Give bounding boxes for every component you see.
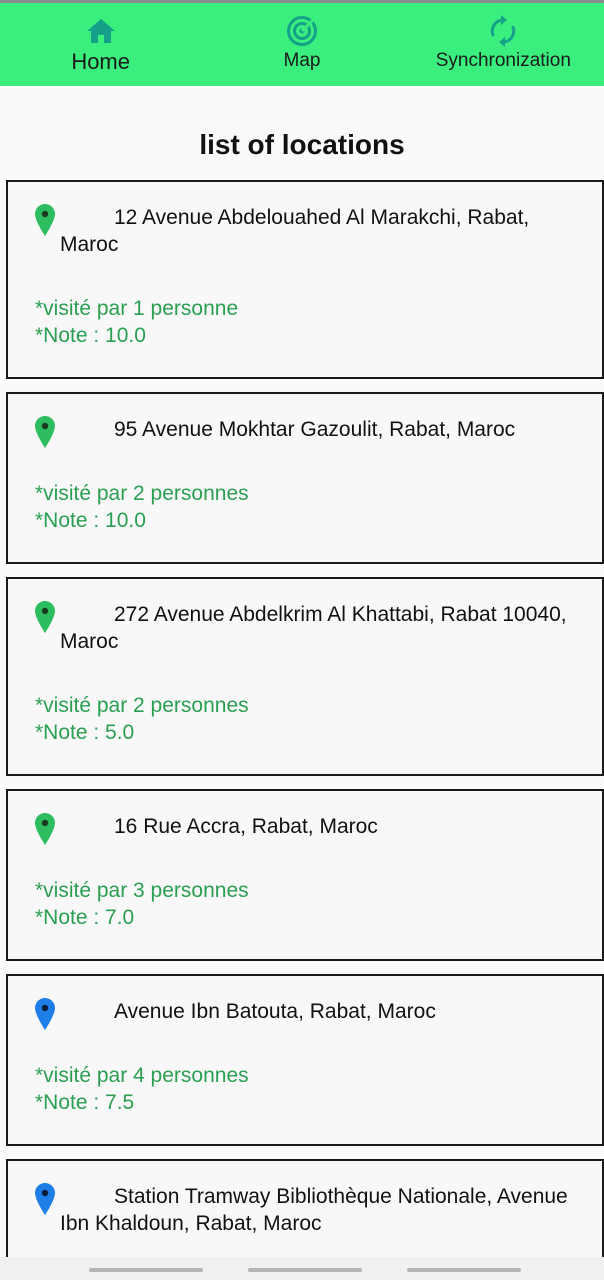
system-gesture-bar xyxy=(0,1257,604,1280)
location-visits: *visité par 4 personnes xyxy=(35,1064,249,1087)
tab-home[interactable]: Home xyxy=(0,3,201,86)
map-pin-icon xyxy=(35,416,55,448)
location-visits: *visité par 3 personnes xyxy=(35,879,249,902)
map-pin-icon xyxy=(35,1183,55,1215)
location-visits: *visité par 2 personnes xyxy=(35,482,249,505)
map-pin-icon xyxy=(35,813,55,845)
radar-icon xyxy=(286,16,317,46)
location-visits: *visité par 2 personnes xyxy=(35,694,249,717)
sync-icon xyxy=(491,15,516,47)
tab-synchronization[interactable]: Synchronization xyxy=(403,3,604,86)
nav-handle[interactable] xyxy=(248,1268,362,1272)
location-card[interactable]: 12 Avenue Abdelouahed Al Marakchi, Rabat… xyxy=(6,180,604,379)
location-card[interactable]: 95 Avenue Mokhtar Gazoulit, Rabat, Maroc… xyxy=(6,392,604,564)
location-address: 12 Avenue Abdelouahed Al Marakchi, Rabat… xyxy=(60,206,530,256)
location-card[interactable]: 16 Rue Accra, Rabat, Maroc *visité par 3… xyxy=(6,789,604,961)
page-title: list of locations xyxy=(199,129,405,160)
nav-handle[interactable] xyxy=(407,1268,521,1272)
location-note: *Note : 7.5 xyxy=(35,1091,135,1114)
location-card[interactable]: Avenue Ibn Batouta, Rabat, Maroc *visité… xyxy=(6,974,604,1146)
nav-handle[interactable] xyxy=(89,1268,203,1272)
tab-home-label: Home xyxy=(71,49,130,74)
tab-map-label: Map xyxy=(283,50,321,71)
location-note: *Note : 10.0 xyxy=(35,324,146,347)
location-visits: *visité par 1 personne xyxy=(35,297,239,320)
location-address: 272 Avenue Abdelkrim Al Khattabi, Rabat … xyxy=(60,603,567,653)
map-pin-icon xyxy=(35,998,55,1030)
home-icon xyxy=(86,19,115,43)
location-card[interactable]: Station Tramway Bibliothèque Nationale, … xyxy=(6,1159,604,1257)
location-address: 16 Rue Accra, Rabat, Maroc xyxy=(114,815,378,838)
location-address: Avenue Ibn Batouta, Rabat, Maroc xyxy=(114,1000,436,1023)
location-address: 95 Avenue Mokhtar Gazoulit, Rabat, Maroc xyxy=(114,418,516,441)
location-address: Station Tramway Bibliothèque Nationale, … xyxy=(60,1185,568,1235)
tab-map[interactable]: Map xyxy=(201,3,402,86)
map-pin-icon xyxy=(35,601,55,633)
top-tab-bar: Home Map Synchronization xyxy=(0,3,604,86)
tab-synchronization-label: Synchronization xyxy=(435,50,571,71)
location-note: *Note : 5.0 xyxy=(35,721,135,744)
location-note: *Note : 10.0 xyxy=(35,509,146,532)
location-card[interactable]: 272 Avenue Abdelkrim Al Khattabi, Rabat … xyxy=(6,577,604,776)
location-note: *Note : 7.0 xyxy=(35,906,135,929)
map-pin-icon xyxy=(35,204,55,236)
locations-list[interactable]: 12 Avenue Abdelouahed Al Marakchi, Rabat… xyxy=(6,180,604,1257)
